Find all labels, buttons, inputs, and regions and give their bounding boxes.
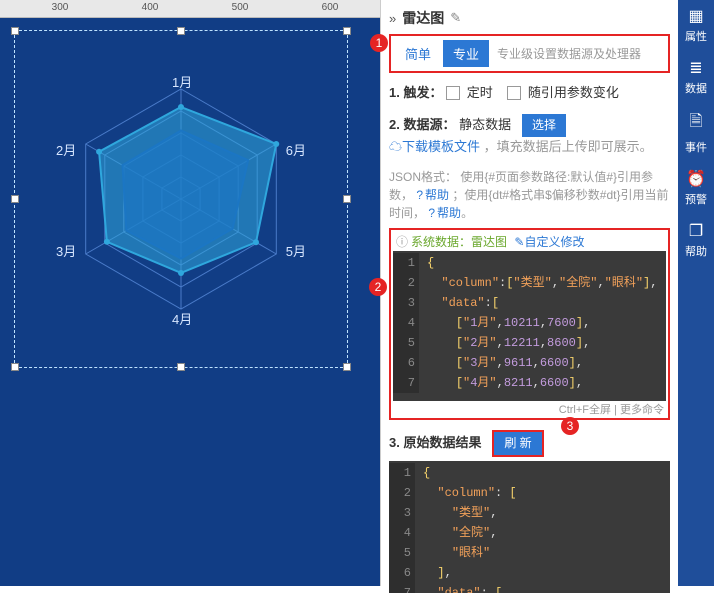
datasource-label: 2. 数据源： (389, 117, 455, 132)
ruler: 300 400 500 600 (0, 0, 380, 18)
ruler-tick: 300 (52, 2, 69, 13)
events-icon: 🗎 (690, 110, 703, 137)
help-link-2[interactable]: 帮助 (437, 206, 461, 220)
trigger-timer-label: 定时 (467, 85, 493, 100)
code-editor-header: ⓘ系统数据：雷达图 ✎自定义修改 (393, 232, 666, 251)
panel-header: » 雷达图 ✎ (389, 4, 670, 34)
right-sidebar: ▦ 属性 ≣ 数据 🗎 事件 ⏰ 预警 ❐ 帮助 (678, 0, 714, 586)
sidebar-item-properties[interactable]: ▦ 属性 (685, 6, 707, 44)
help-link-1[interactable]: 帮助 (425, 188, 449, 202)
sidebar-item-label: 预警 (685, 191, 707, 207)
mode-pro-button[interactable]: 专业 (443, 40, 489, 67)
collapse-icon[interactable]: » (389, 11, 396, 26)
code-editor-2[interactable]: 1{2 "column": [3 "类型",4 "全院",5 "眼科"6 ],7… (389, 461, 670, 593)
sidebar-item-label: 帮助 (685, 243, 707, 259)
radar-axis-label: 4月 (172, 309, 192, 328)
ruler-tick: 500 (232, 2, 249, 13)
raw-result-label: 3. 原始数据结果 (389, 435, 481, 450)
data-icon: ≣ (689, 58, 702, 78)
radar-chart[interactable]: 1月 6月 5月 4月 3月 2月 (14, 30, 348, 368)
download-template-link[interactable]: ☁下载模板文件 (389, 139, 480, 154)
help-icon[interactable]: ? (416, 188, 423, 202)
datasource-value: 静态数据 (459, 117, 511, 132)
trigger-timer-checkbox[interactable] (446, 86, 460, 100)
help-icon[interactable]: ? (428, 206, 435, 220)
radar-axis-label: 2月 (56, 140, 76, 159)
help-sidebar-icon: ❐ (689, 221, 703, 241)
sidebar-item-label: 属性 (685, 28, 707, 44)
trigger-param-label: 随引用参数变化 (528, 85, 619, 100)
refresh-button[interactable]: 刷 新 (492, 430, 543, 457)
panel-title: 雷达图 (402, 8, 444, 28)
annotation-badge-3: 3 (561, 417, 579, 435)
select-datasource-button[interactable]: 选择 (522, 114, 566, 137)
info-icon: ⓘ (396, 235, 408, 249)
json-format-hint: JSON格式： 使用{#页面参数路径:默认值#}引用参数， ?帮助 ；使用{dt… (389, 168, 670, 222)
radar-axis-label: 6月 (286, 140, 306, 159)
sidebar-item-label: 数据 (685, 80, 707, 96)
ruler-tick: 400 (142, 2, 159, 13)
mode-simple-button[interactable]: 简单 (395, 40, 441, 67)
radar-axis-label: 5月 (286, 241, 306, 260)
annotation-badge-1: 1 (370, 34, 388, 52)
ruler-tick: 600 (322, 2, 339, 13)
datasource-section: 2. 数据源： 静态数据 选择 ☁下载模板文件 ，填充数据后上传即可展示。 (389, 114, 670, 158)
properties-panel: » 雷达图 ✎ 简单 专业 专业级设置数据源及处理器 1. 触发： 定时 随引用… (380, 0, 678, 586)
properties-icon: ▦ (688, 6, 703, 26)
trigger-label: 1. 触发： (389, 85, 442, 100)
mode-description: 专业级设置数据源及处理器 (497, 45, 641, 62)
sidebar-item-events[interactable]: 🗎 事件 (685, 110, 707, 155)
annotation-badge-2: 2 (369, 278, 387, 296)
design-canvas[interactable]: 1月 6月 5月 4月 3月 2月 (0, 0, 380, 586)
custom-edit-link[interactable]: ✎自定义修改 (514, 235, 584, 249)
mode-switch-row: 简单 专业 专业级设置数据源及处理器 (389, 34, 670, 73)
trigger-section: 1. 触发： 定时 随引用参数变化 (389, 83, 670, 104)
sidebar-item-data[interactable]: ≣ 数据 (685, 58, 707, 96)
code-editor-section: ⓘ系统数据：雷达图 ✎自定义修改 1{2 "column":["类型","全院"… (389, 228, 670, 420)
sidebar-item-alert[interactable]: ⏰ 预警 (685, 169, 707, 207)
upload-hint: ，填充数据后上传即可展示。 (484, 139, 653, 154)
radar-svg (51, 69, 311, 329)
sidebar-item-label: 事件 (685, 139, 707, 155)
code-editor-footer[interactable]: Ctrl+F全屏 | 更多命令 (393, 401, 666, 418)
radar-axis-label: 3月 (56, 241, 76, 260)
radar-axis-label: 1月 (172, 72, 192, 91)
edit-title-icon[interactable]: ✎ (450, 10, 461, 26)
sidebar-item-help[interactable]: ❐ 帮助 (685, 221, 707, 259)
trigger-param-checkbox[interactable] (507, 86, 521, 100)
alert-icon: ⏰ (686, 169, 706, 189)
raw-result-section: 3. 原始数据结果 刷 新 (389, 430, 670, 457)
code-editor-1[interactable]: 1{2 "column":["类型","全院","眼科"],3 "data":[… (393, 251, 666, 401)
